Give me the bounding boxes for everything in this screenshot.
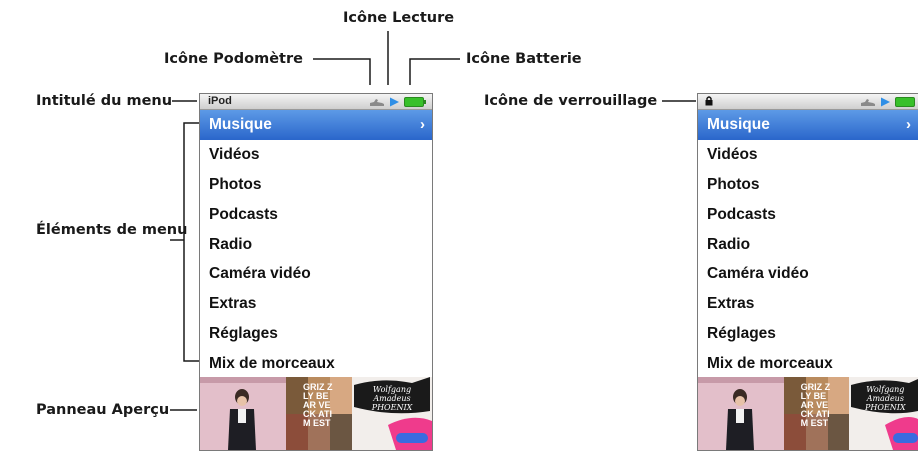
menu-item-radio[interactable]: Radio — [698, 230, 918, 260]
label-icone-batterie: Icône Batterie — [466, 51, 582, 67]
play-icon — [390, 97, 399, 107]
chevron-right-icon: › — [906, 116, 911, 133]
menu-item-camera-video[interactable]: Caméra vidéo — [698, 259, 918, 289]
album-art-1 — [200, 377, 286, 450]
album-art-2: GRIZ ZLY BEAR VECK ATIM EST — [783, 377, 850, 450]
album-art-2: GRIZ ZLY BEAR VECK ATIM EST — [286, 377, 352, 450]
menu-item-camera-video[interactable]: Caméra vidéo — [200, 259, 432, 289]
status-bar-locked — [698, 94, 918, 110]
batterie-line — [409, 58, 460, 85]
menu-item-extras[interactable]: Extras — [200, 289, 432, 319]
ipod-screen-main: iPod Musique › Vidéos Photos Podcasts Rad… — [199, 93, 433, 451]
menu-item-videos[interactable]: Vidéos — [200, 140, 432, 170]
label-intitule-menu: Intitulé du menu — [36, 93, 173, 109]
album-3-title: Wolfgang Amadeus PHOENIX — [865, 385, 906, 412]
elements-bracket — [183, 122, 199, 362]
menu-item-mix-morceaux[interactable]: Mix de morceaux — [698, 349, 918, 379]
preview-panel-locked: GRIZ ZLY BEAR VECK ATIM EST Wolfgang Ama… — [698, 377, 918, 450]
menu-title: iPod — [208, 95, 232, 107]
ipod-screen-locked: Musique › Vidéos Photos Podcasts Radio Ca… — [697, 93, 918, 451]
menu-item-reglages[interactable]: Réglages — [200, 319, 432, 349]
label-elements-menu: Éléments de menu — [36, 222, 188, 238]
menu-item-photos[interactable]: Photos — [200, 170, 432, 200]
status-icons — [369, 97, 426, 107]
menu-item-podcasts[interactable]: Podcasts — [698, 200, 918, 230]
menu-item-photos[interactable]: Photos — [698, 170, 918, 200]
menu-list-locked: Musique › Vidéos Photos Podcasts Radio Ca… — [698, 110, 918, 379]
menu-item-videos[interactable]: Vidéos — [698, 140, 918, 170]
preview-panel: GRIZ ZLY BEAR VECK ATIM EST Wolfgang Ama… — [200, 377, 432, 450]
chevron-right-icon: › — [420, 116, 425, 133]
label-icone-verrouillage: Icône de verrouillage — [484, 93, 658, 109]
pedometer-icon — [370, 98, 384, 106]
menu-item-extras[interactable]: Extras — [698, 289, 918, 319]
album-art-3: Wolfgang Amadeus PHOENIX — [352, 377, 432, 450]
label-icone-podometre: Icône Podomètre — [164, 51, 303, 67]
album-art-3: Wolfgang Amadeus PHOENIX — [849, 377, 918, 450]
status-bar: iPod — [200, 94, 432, 110]
battery-icon — [895, 97, 915, 107]
menu-item-mix-morceaux[interactable]: Mix de morceaux — [200, 349, 432, 379]
menu-item-radio[interactable]: Radio — [200, 230, 432, 260]
battery-icon — [404, 97, 426, 107]
podometre-line — [313, 58, 371, 85]
album-2-title: GRIZ ZLY BEAR VECK ATIM EST — [800, 382, 831, 428]
pedometer-icon — [861, 98, 875, 106]
album-3-title: Wolfgang Amadeus PHOENIX — [371, 385, 413, 412]
status-icons-locked — [860, 97, 917, 107]
menu-item-musique[interactable]: Musique › — [698, 110, 918, 140]
album-2-title: GRIZ ZLY BEAR VECK ATIM EST — [303, 382, 333, 428]
lock-icon — [705, 96, 713, 109]
album-art-1 — [698, 377, 784, 450]
menu-item-podcasts[interactable]: Podcasts — [200, 200, 432, 230]
menu-item-musique[interactable]: Musique › — [200, 110, 432, 140]
label-icone-lecture: Icône Lecture — [343, 10, 455, 26]
label-panneau-apercu: Panneau Aperçu — [36, 402, 170, 418]
menu-list: Musique › Vidéos Photos Podcasts Radio Ca… — [200, 110, 432, 379]
menu-item-reglages[interactable]: Réglages — [698, 319, 918, 349]
play-icon — [881, 97, 890, 107]
